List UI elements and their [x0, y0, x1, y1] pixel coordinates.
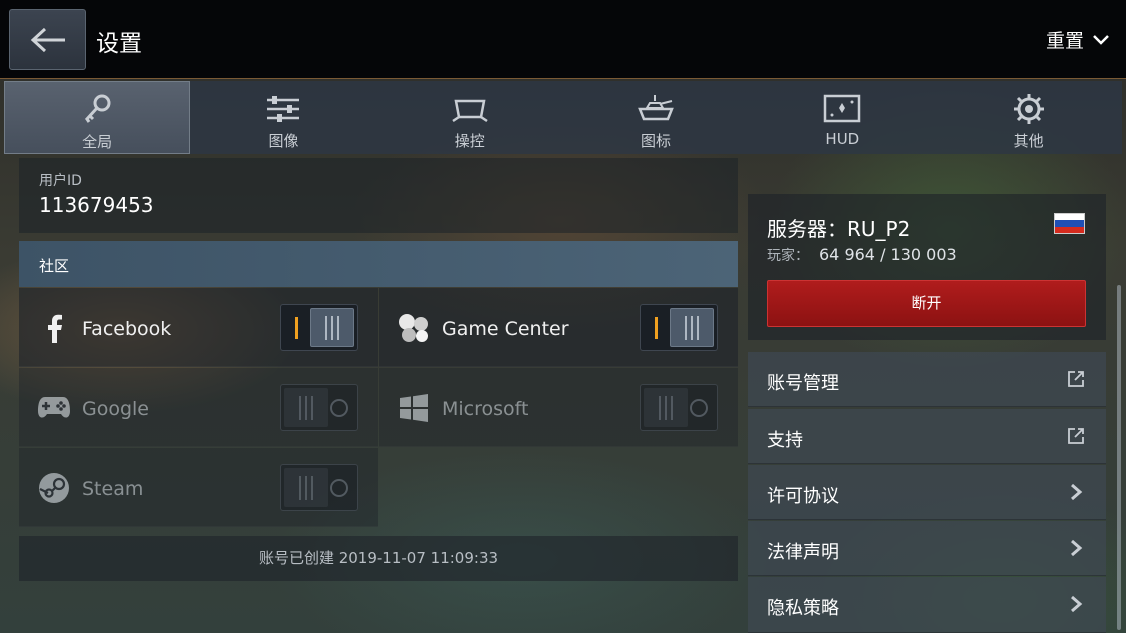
- external-link-icon: [1068, 371, 1084, 387]
- steam-toggle[interactable]: [280, 464, 358, 511]
- game-center-toggle[interactable]: [640, 304, 718, 351]
- menu-label: 账号管理: [767, 373, 839, 394]
- tab-hud[interactable]: HUD: [749, 81, 935, 154]
- menu-label: 支持: [767, 430, 803, 451]
- external-link-icon: [1068, 428, 1084, 444]
- tab-label: 图标: [641, 132, 672, 150]
- tab-markers[interactable]: 图标: [563, 81, 749, 154]
- players-caption: 玩家：: [767, 248, 809, 264]
- tab-label: 图像: [268, 132, 299, 150]
- russia-flag: [1054, 213, 1085, 234]
- user-id-card: 用户ID 113679453: [19, 158, 738, 233]
- facebook-icon: [37, 312, 71, 344]
- disconnect-button[interactable]: 断开: [767, 280, 1086, 327]
- community-header: 社区: [19, 241, 738, 287]
- menu-legal[interactable]: 法律声明: [748, 521, 1106, 576]
- chevron-right-icon: [1071, 595, 1083, 613]
- account-created-text: 账号已创建 2019-11-07 11:09:33: [19, 536, 738, 581]
- back-button[interactable]: [9, 9, 86, 70]
- steam-icon: [37, 472, 71, 504]
- hud-icon: [824, 94, 861, 123]
- menu-account-management[interactable]: 账号管理: [748, 352, 1106, 407]
- tab-label: 其他: [1013, 132, 1044, 150]
- tank-icon: [638, 95, 674, 121]
- game-center-icon: [397, 312, 431, 344]
- user-id-value: 113679453: [39, 193, 154, 217]
- players-count: 玩家： 64 964 / 130 003: [767, 245, 957, 265]
- chevron-right-icon: [1071, 483, 1083, 501]
- social-name: Google: [82, 398, 150, 420]
- server-card: 服务器：RU_P2 玩家： 64 964 / 130 003 断开: [748, 194, 1106, 340]
- page-title: 设置: [96, 31, 142, 57]
- sliders-icon: [267, 96, 300, 122]
- social-name: Facebook: [82, 318, 172, 340]
- reset-dropdown[interactable]: 重置: [1046, 26, 1110, 53]
- menu-support[interactable]: 支持: [748, 409, 1106, 464]
- tab-label: 全局: [82, 133, 113, 151]
- social-facebook[interactable]: Facebook: [19, 288, 378, 367]
- menu-license[interactable]: 许可协议: [748, 465, 1106, 520]
- menu-privacy[interactable]: 隐私策略: [748, 577, 1106, 633]
- windows-icon: [397, 392, 431, 424]
- gear-icon: [1013, 94, 1044, 124]
- social-google[interactable]: Google: [19, 368, 378, 447]
- gamepad-icon: [37, 392, 71, 424]
- chevron-down-icon: [1093, 34, 1109, 45]
- social-name: Game Center: [442, 318, 569, 340]
- tab-other[interactable]: 其他: [935, 81, 1121, 154]
- social-steam[interactable]: Steam: [19, 448, 378, 527]
- players-value: 64 964 / 130 003: [819, 245, 957, 264]
- tab-global[interactable]: 全局: [4, 81, 191, 154]
- microsoft-toggle[interactable]: [640, 384, 718, 431]
- facebook-toggle[interactable]: [280, 304, 358, 351]
- google-toggle[interactable]: [280, 384, 358, 431]
- menu-label: 法律声明: [767, 542, 839, 563]
- tab-label: 操控: [454, 132, 485, 150]
- key-icon: [85, 94, 111, 123]
- social-microsoft[interactable]: Microsoft: [379, 368, 738, 447]
- reset-label: 重置: [1045, 30, 1084, 52]
- server-label: 服务器：RU_P2: [767, 217, 911, 241]
- arrow-left-icon: [30, 27, 65, 52]
- controls-icon: [452, 99, 488, 123]
- menu-label: 隐私策略: [767, 598, 839, 619]
- social-game-center[interactable]: Game Center: [379, 288, 738, 367]
- tab-controls[interactable]: 操控: [377, 81, 563, 154]
- social-name: Microsoft: [442, 398, 529, 420]
- scrollbar[interactable]: [1117, 285, 1121, 630]
- tab-label: HUD: [825, 130, 860, 148]
- tab-graphics[interactable]: 图像: [190, 81, 376, 154]
- settings-tabs: 全局 图像 操控 图标 HUD 其他: [4, 81, 1122, 154]
- chevron-right-icon: [1071, 539, 1083, 557]
- social-name: Steam: [82, 478, 144, 500]
- top-bar: 设置 重置: [0, 0, 1126, 79]
- user-id-caption: 用户ID: [39, 173, 82, 189]
- menu-label: 许可协议: [767, 486, 839, 507]
